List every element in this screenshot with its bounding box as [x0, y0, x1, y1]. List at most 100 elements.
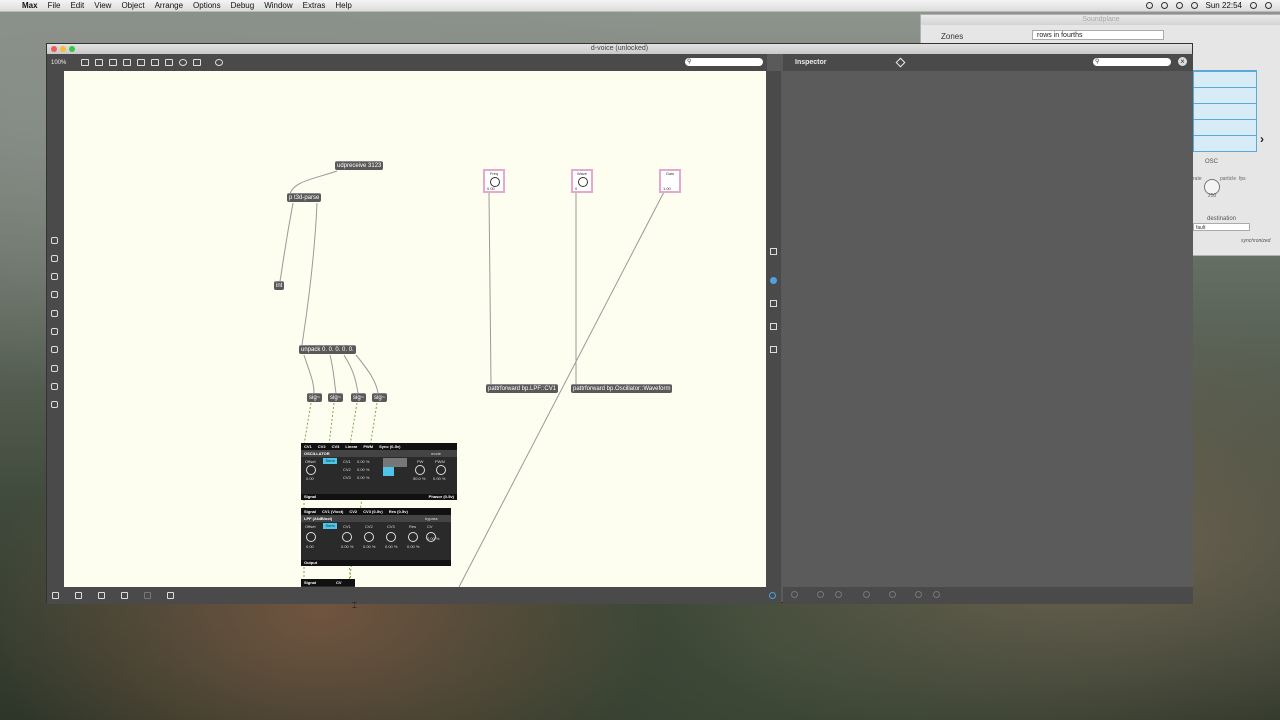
- zone-grid[interactable]: [1193, 70, 1257, 152]
- add-icon[interactable]: [193, 59, 201, 66]
- lpf-res-knob[interactable]: [408, 532, 418, 542]
- cv3-value[interactable]: 0.00 %: [357, 475, 369, 480]
- dial-icon[interactable]: [179, 59, 187, 66]
- lock-icon[interactable]: [81, 59, 89, 66]
- spotlight-icon[interactable]: [1250, 2, 1257, 9]
- dsp-power-icon[interactable]: [769, 592, 776, 599]
- cv2-value[interactable]: 0.00 %: [357, 467, 369, 472]
- gain-dial[interactable]: Gain 1.00: [659, 169, 681, 193]
- freq-dial[interactable]: Freq 0.00: [483, 169, 505, 193]
- menu-file[interactable]: File: [48, 1, 61, 10]
- lock-toggle-icon[interactable]: [52, 592, 59, 599]
- lpf-cv1-knob[interactable]: [342, 532, 352, 542]
- presentation-toggle-icon[interactable]: [75, 592, 82, 599]
- lpf-offset-knob[interactable]: [306, 532, 316, 542]
- offset-knob[interactable]: [306, 465, 316, 475]
- snippets-icon[interactable]: [51, 365, 58, 372]
- udpreceive-object[interactable]: udpreceive 3123: [335, 161, 384, 170]
- oscillator-mode[interactable]: mode: [431, 451, 441, 456]
- debug-icon[interactable]: [98, 592, 105, 599]
- package-icon[interactable]: [51, 346, 58, 353]
- console-icon[interactable]: [770, 346, 777, 353]
- sig-object-2[interactable]: sig~: [328, 393, 344, 402]
- paperclip-icon[interactable]: [51, 328, 58, 335]
- volume-icon[interactable]: [1190, 2, 1198, 9]
- info-icon[interactable]: [770, 277, 777, 284]
- video-icon[interactable]: [51, 291, 58, 298]
- patcher-search-input[interactable]: ⚲: [685, 58, 763, 66]
- wrench-icon[interactable]: [167, 592, 174, 599]
- int-object[interactable]: int: [274, 281, 285, 290]
- lpf-semi-toggle[interactable]: Semi: [323, 523, 337, 529]
- next-module[interactable]: Signal CV: [301, 579, 355, 587]
- settings-icon[interactable]: [791, 591, 798, 598]
- lpf-cv3-knob[interactable]: [386, 532, 396, 542]
- menu-help[interactable]: Help: [335, 1, 351, 10]
- star-icon[interactable]: [51, 401, 58, 408]
- oscillator-module[interactable]: CV1 CV2 CV3 Linear PWM Sync (0-5v) OSCIL…: [301, 443, 457, 500]
- snap-icon[interactable]: [144, 592, 151, 599]
- back-icon[interactable]: [933, 591, 940, 598]
- image-icon[interactable]: [51, 310, 58, 317]
- menu-view[interactable]: View: [94, 1, 111, 10]
- pwm-knob[interactable]: [436, 465, 446, 475]
- sig-object-4[interactable]: sig~: [372, 393, 388, 402]
- patcher-canvas[interactable]: udpreceive 3123 p t3d-parse int unpack 0…: [64, 71, 766, 587]
- clock-icon[interactable]: [51, 383, 58, 390]
- ui-icon[interactable]: [51, 255, 58, 262]
- zones-select[interactable]: rows in fourths: [1032, 30, 1164, 40]
- toggle-icon[interactable]: [165, 59, 173, 66]
- list-icon[interactable]: [770, 323, 777, 330]
- clue-icon[interactable]: [770, 248, 777, 255]
- wifi-icon[interactable]: [1175, 2, 1183, 9]
- menu-extras[interactable]: Extras: [303, 1, 326, 10]
- menu-window[interactable]: Window: [264, 1, 292, 10]
- semi-toggle[interactable]: Semi: [323, 458, 337, 464]
- pattrforward-osc-object[interactable]: pattrforward bp.Oscillator::Waveform: [571, 384, 673, 393]
- reload-icon[interactable]: [215, 59, 223, 66]
- plus-icon[interactable]: [889, 591, 896, 598]
- parse-subpatcher-object[interactable]: p t3d-parse: [287, 193, 322, 202]
- circle-icon[interactable]: [863, 591, 870, 598]
- notification-icon[interactable]: [1265, 2, 1272, 9]
- menu-app[interactable]: Max: [22, 1, 38, 10]
- sig-object-3[interactable]: sig~: [351, 393, 367, 402]
- close-icon[interactable]: ×: [1178, 57, 1187, 66]
- audio-icon[interactable]: [51, 273, 58, 280]
- unpack-object[interactable]: unpack 0. 0. 0. 0. 0.: [299, 345, 356, 354]
- lpf-bypass[interactable]: bypass: [425, 516, 438, 521]
- record-icon[interactable]: [1145, 2, 1153, 9]
- message-icon[interactable]: [123, 59, 131, 66]
- menu-icon[interactable]: [915, 591, 922, 598]
- lpf-module[interactable]: Signal CV1 (V/oct) CV2 CV3 (0-5v) Res (0…: [301, 508, 451, 566]
- lpf-cv2-knob[interactable]: [364, 532, 374, 542]
- wave-dial[interactable]: Wave 0: [571, 169, 593, 193]
- sig-object-1[interactable]: sig~: [307, 393, 323, 402]
- object-icon[interactable]: [51, 237, 58, 244]
- menubar-clock[interactable]: Sun 22:54: [1206, 1, 1242, 10]
- pw-knob[interactable]: [415, 465, 425, 475]
- chevron-right-icon[interactable]: ›: [1260, 132, 1264, 146]
- menu-options[interactable]: Options: [193, 1, 221, 10]
- window-titlebar[interactable]: d-voice (unlocked): [47, 44, 1192, 54]
- destination-select[interactable]: fault: [1193, 223, 1250, 231]
- menu-arrange[interactable]: Arrange: [155, 1, 183, 10]
- grid-icon[interactable]: [121, 592, 128, 599]
- zoom-menu[interactable]: 100%: [51, 60, 75, 66]
- waveform-grid[interactable]: [383, 458, 407, 467]
- inspector-search-input[interactable]: ⚲: [1093, 58, 1171, 66]
- menu-object[interactable]: Object: [121, 1, 144, 10]
- menu-debug[interactable]: Debug: [231, 1, 255, 10]
- menu-edit[interactable]: Edit: [70, 1, 84, 10]
- comment-icon[interactable]: [137, 59, 145, 66]
- pattrforward-lpf-object[interactable]: pattrforward bp.LPF::CV1: [486, 384, 559, 393]
- user-icon[interactable]: [1160, 2, 1168, 9]
- waveform-selector[interactable]: [383, 467, 394, 476]
- swap-icon[interactable]: [835, 591, 842, 598]
- reference-icon[interactable]: [770, 300, 777, 307]
- cv1-value[interactable]: 0.00 %: [357, 459, 369, 464]
- new-object-icon[interactable]: [109, 59, 117, 66]
- diamond-icon[interactable]: [895, 57, 906, 68]
- add-attribute-icon[interactable]: [817, 591, 824, 598]
- button-icon[interactable]: [151, 59, 159, 66]
